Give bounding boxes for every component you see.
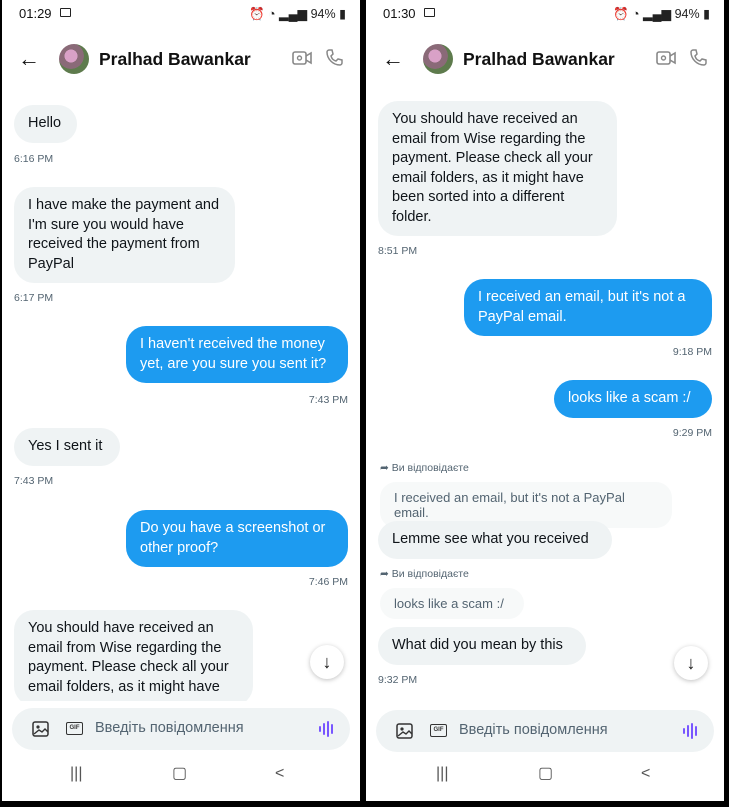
chat-header: ← Pralhad Bawankar <box>366 40 724 80</box>
reply-label-text: Ви відповідаєте <box>391 462 469 474</box>
reply-label: ➦ Ви відповідаєте <box>380 462 469 474</box>
message-composer[interactable]: GIF Введіть повідомлення <box>376 710 714 752</box>
image-icon[interactable] <box>32 721 49 737</box>
message-bubble-sent[interactable]: I haven't received the money yet, are yo… <box>126 326 348 383</box>
recent-apps-icon[interactable]: ||| <box>436 765 448 783</box>
message-input[interactable]: Введіть повідомлення <box>459 722 608 738</box>
status-icons: ⏰ ◔ ▂▄▆ 94% ▮ <box>248 7 346 21</box>
message-bubble-received[interactable]: You should have received an email from W… <box>378 101 617 236</box>
message-time: 7:43 PM <box>308 394 348 406</box>
reply-label: ➦ Ви відповідаєте <box>380 568 469 580</box>
message-bubble-sent[interactable]: Do you have a screenshot or other proof? <box>126 510 348 567</box>
reply-label-text: Ви відповідаєте <box>391 568 469 580</box>
message-time: 7:46 PM <box>308 576 348 588</box>
contact-name[interactable]: Pralhad Bawankar <box>463 49 615 70</box>
avatar[interactable] <box>59 44 89 74</box>
system-nav-bar: ||| ▢ < <box>2 765 360 795</box>
back-arrow-icon[interactable]: ← <box>382 46 404 72</box>
gif-icon[interactable]: GIF <box>430 724 447 737</box>
message-time: 6:17 PM <box>14 292 54 304</box>
recent-apps-icon[interactable]: ||| <box>70 765 82 783</box>
right-phone-screen: 01:30 ⏰ ◔ ▂▄▆ 94% ▮ ← Pralhad Bawankar Y… <box>366 0 724 801</box>
home-icon[interactable]: ▢ <box>538 763 553 783</box>
left-phone-screen: 01:29 ⏰ ◔ ▂▄▆ 94% ▮ ← Pralhad Bawankar H… <box>2 0 360 801</box>
back-nav-icon[interactable]: < <box>641 765 650 783</box>
contact-name[interactable]: Pralhad Bawankar <box>99 49 251 70</box>
message-composer[interactable]: GIF Введіть повідомлення <box>12 708 350 750</box>
message-bubble-received[interactable]: Lemme see what you received <box>378 521 612 559</box>
message-bubble-sent[interactable]: looks like a scam :/ <box>554 380 712 418</box>
gif-icon[interactable]: GIF <box>66 722 83 735</box>
battery-level: 94% <box>310 7 336 21</box>
status-icons: ⏰ ◔ ▂▄▆ 94% ▮ <box>612 7 710 21</box>
message-time: 9:29 PM <box>672 427 712 439</box>
back-nav-icon[interactable]: < <box>275 765 284 783</box>
message-bubble-received[interactable]: You should have received an email from W… <box>14 610 253 701</box>
voice-icon[interactable] <box>318 720 336 738</box>
message-time: 9:18 PM <box>672 346 712 358</box>
scroll-down-icon[interactable]: ↓ <box>310 645 344 679</box>
message-time: 9:32 PM <box>378 674 418 686</box>
message-list: Hello 6:16 PM I have make the payment an… <box>2 92 360 701</box>
message-bubble-received[interactable]: Hello <box>14 105 77 143</box>
scroll-down-icon[interactable]: ↓ <box>674 646 708 680</box>
message-bubble-received[interactable]: Yes I sent it <box>14 428 120 466</box>
video-call-icon[interactable] <box>656 50 676 66</box>
phone-call-icon[interactable] <box>324 48 344 68</box>
message-time: 7:43 PM <box>14 475 54 487</box>
voice-icon[interactable] <box>682 722 700 740</box>
message-time: 8:51 PM <box>378 245 418 257</box>
status-bar: 01:30 ⏰ ◔ ▂▄▆ 94% ▮ <box>366 0 724 28</box>
status-time: 01:29 <box>19 6 52 21</box>
chat-header: ← Pralhad Bawankar <box>2 40 360 80</box>
system-nav-bar: ||| ▢ < <box>366 765 724 795</box>
video-call-icon[interactable] <box>292 50 312 66</box>
home-icon[interactable]: ▢ <box>172 763 187 783</box>
battery-level: 94% <box>674 7 700 21</box>
message-bubble-received[interactable]: I have make the payment and I'm sure you… <box>14 187 235 283</box>
message-bubble-sent[interactable]: I received an email, but it's not a PayP… <box>464 279 712 336</box>
image-icon[interactable] <box>396 723 413 739</box>
phone-call-icon[interactable] <box>688 48 708 68</box>
back-arrow-icon[interactable]: ← <box>18 46 40 72</box>
quoted-message[interactable]: looks like a scam :/ <box>380 588 524 619</box>
gallery-notification-icon <box>60 8 71 17</box>
gallery-notification-icon <box>424 8 435 17</box>
message-time: 6:16 PM <box>14 153 54 165</box>
status-bar: 01:29 ⏰ ◔ ▂▄▆ 94% ▮ <box>2 0 360 28</box>
message-list: You should have received an email from W… <box>366 92 724 701</box>
avatar[interactable] <box>423 44 453 74</box>
message-input[interactable]: Введіть повідомлення <box>95 720 244 736</box>
status-time: 01:30 <box>383 6 416 21</box>
message-bubble-received[interactable]: What did you mean by this <box>378 627 586 665</box>
